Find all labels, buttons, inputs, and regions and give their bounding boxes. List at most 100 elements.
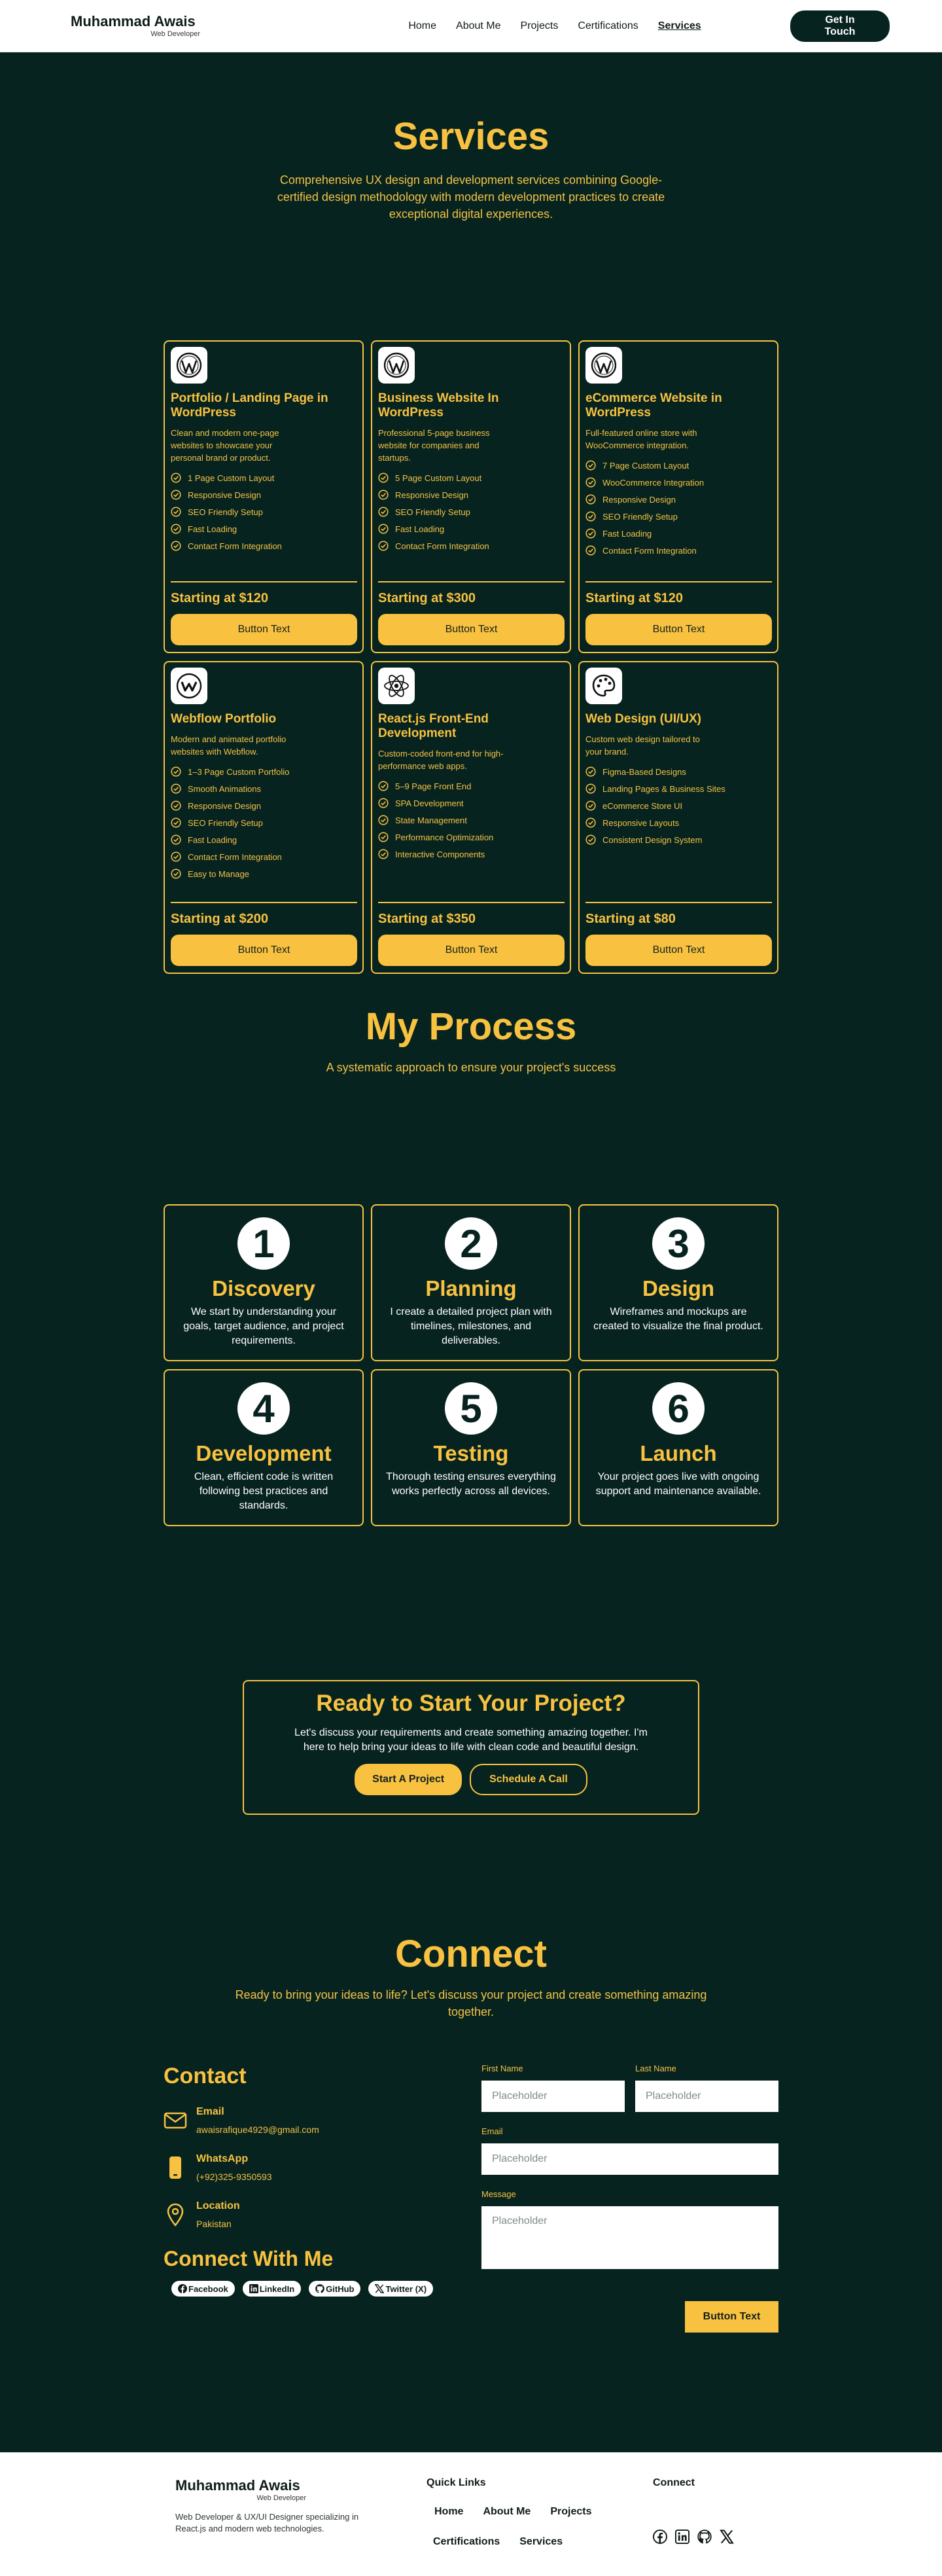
service-button[interactable]: Button Text <box>171 935 357 966</box>
location-pin-icon <box>164 2203 187 2227</box>
step-description: We start by understanding your goals, ta… <box>183 1306 344 1346</box>
feature-label: SPA Development <box>395 798 464 808</box>
wordpress-icon <box>171 347 207 384</box>
footer: Muhammad Awais Web Developer Web Develop… <box>0 2452 942 2576</box>
footer-links-row-1: Home About Me Projects <box>434 2506 591 2518</box>
divider <box>171 581 357 582</box>
feature-item: SEO Friendly Setup <box>171 503 357 520</box>
footer-link-home[interactable]: Home <box>434 2506 463 2518</box>
last-name-field[interactable] <box>635 2081 778 2112</box>
check-circle-icon <box>171 817 188 828</box>
social-github[interactable]: GitHub <box>309 2281 361 2297</box>
process-step-card: 6 Launch Your project goes live with ongoi… <box>578 1369 778 1526</box>
contact-info: Contact Email awaisrafique4929@gmail.com… <box>164 2064 464 2297</box>
feature-label: SEO Friendly Setup <box>395 507 470 517</box>
feature-item: WooCommerce Integration <box>585 474 772 491</box>
wordpress-icon <box>378 347 415 384</box>
feature-label: Fast Loading <box>395 524 445 534</box>
check-circle-icon <box>585 817 602 828</box>
footer-description: Web Developer & UX/UI Designer specializ… <box>175 2512 359 2533</box>
feature-item: Contact Form Integration <box>585 542 772 559</box>
brand-subtitle: Web Developer <box>150 29 200 38</box>
cta-box: Ready to Start Your Project? Let's discu… <box>243 1680 699 1815</box>
nav-link-about[interactable]: About Me <box>456 20 500 32</box>
facebook-icon[interactable] <box>653 2530 667 2544</box>
first-name-field[interactable] <box>481 2081 625 2112</box>
feature-item: Responsive Design <box>585 491 772 508</box>
footer-link-about[interactable]: About Me <box>483 2506 531 2518</box>
social-facebook[interactable]: Facebook <box>171 2281 235 2297</box>
footer-connect: Connect <box>653 2477 734 2544</box>
social-twitter-label: Twitter (X) <box>385 2283 427 2294</box>
nav-link-home[interactable]: Home <box>408 20 436 32</box>
brand[interactable]: Muhammad Awais Web Developer <box>71 14 201 38</box>
service-features: 7 Page Custom Layout WooCommerce Integrat… <box>585 457 772 559</box>
contact-heading: Contact <box>164 2064 247 2088</box>
feature-item: Fast Loading <box>171 520 357 537</box>
social-twitter[interactable]: Twitter (X) <box>368 2281 434 2297</box>
feature-item: Contact Form Integration <box>171 848 357 865</box>
step-number: 2 <box>445 1217 497 1270</box>
service-card: React.js Front-End Development Custom-cod… <box>371 661 571 974</box>
nav-link-certifications[interactable]: Certifications <box>578 20 638 32</box>
divider <box>585 902 772 903</box>
nav-link-projects[interactable]: Projects <box>521 20 559 32</box>
schedule-call-button[interactable]: Schedule A Call <box>470 1764 587 1795</box>
check-circle-icon <box>378 798 395 808</box>
footer-link-projects[interactable]: Projects <box>550 2506 591 2518</box>
service-card: Webflow Portfolio Modern and animated por… <box>164 661 364 974</box>
whatsapp-value[interactable]: (+92)325-9350593 <box>196 2171 272 2183</box>
x-icon[interactable] <box>720 2530 734 2544</box>
feature-item: Interactive Components <box>378 846 565 863</box>
feature-label: Contact Form Integration <box>188 541 282 551</box>
step-title: Testing <box>433 1441 509 1465</box>
service-button[interactable]: Button Text <box>171 614 357 645</box>
feature-label: WooCommerce Integration <box>602 477 705 488</box>
message-field[interactable] <box>481 2206 778 2269</box>
facebook-icon <box>178 2284 187 2293</box>
location-label: Location <box>196 2200 240 2211</box>
x-icon <box>375 2284 385 2293</box>
feature-item: 1–3 Page Custom Portfolio <box>171 763 357 780</box>
check-circle-icon <box>171 507 188 517</box>
social-linkedin[interactable]: LinkedIn <box>242 2281 302 2297</box>
service-features: 5–9 Page Front End SPA Development State M… <box>378 778 565 863</box>
process-subtitle: A systematic approach to ensure your pro… <box>326 1061 616 1074</box>
service-button[interactable]: Button Text <box>378 614 565 645</box>
first-name-label: First Name <box>481 2064 523 2073</box>
check-circle-icon <box>171 834 188 845</box>
service-card: Portfolio / Landing Page in WordPress Cle… <box>164 340 364 653</box>
email-value[interactable]: awaisrafique4929@gmail.com <box>196 2124 319 2136</box>
feature-label: Performance Optimization <box>395 832 494 842</box>
nav-link-services[interactable]: Services <box>658 20 701 32</box>
service-button[interactable]: Button Text <box>378 935 565 966</box>
contact-area: Contact Email awaisrafique4929@gmail.com… <box>164 2064 778 2333</box>
email-field[interactable] <box>481 2143 778 2175</box>
service-title: Webflow Portfolio <box>171 712 277 726</box>
linkedin-icon[interactable] <box>675 2530 689 2544</box>
cta-text: Let's discuss your requirements and crea… <box>294 1727 648 1753</box>
service-button[interactable]: Button Text <box>585 614 772 645</box>
start-project-button[interactable]: Start A Project <box>355 1764 462 1795</box>
connect-title: Connect <box>395 1933 547 1975</box>
github-icon[interactable] <box>697 2530 712 2544</box>
check-circle-icon <box>171 868 188 879</box>
get-in-touch-button[interactable]: Get In Touch <box>790 10 890 42</box>
feature-label: Interactive Components <box>395 849 485 859</box>
service-features: Figma-Based Designs Landing Pages & Busin… <box>585 763 772 848</box>
react-icon <box>378 668 415 704</box>
divider <box>585 581 772 582</box>
service-footer: Starting at $350 Button Text <box>378 902 565 966</box>
process-section: My Process A systematic approach to ensu… <box>0 1008 942 1680</box>
feature-item: SPA Development <box>378 795 565 812</box>
process-step-card: 5 Testing Thorough testing ensures everyth… <box>371 1369 571 1526</box>
divider <box>171 902 357 903</box>
service-price: Starting at $300 <box>378 591 476 605</box>
footer-link-services[interactable]: Services <box>519 2536 563 2548</box>
feature-label: SEO Friendly Setup <box>602 511 678 522</box>
service-button[interactable]: Button Text <box>585 935 772 966</box>
submit-button[interactable]: Button Text <box>685 2301 778 2333</box>
footer-link-certifications[interactable]: Certifications <box>433 2536 500 2548</box>
feature-label: Responsive Layouts <box>602 817 680 828</box>
footer-links-row-2: Certifications Services <box>433 2536 591 2548</box>
